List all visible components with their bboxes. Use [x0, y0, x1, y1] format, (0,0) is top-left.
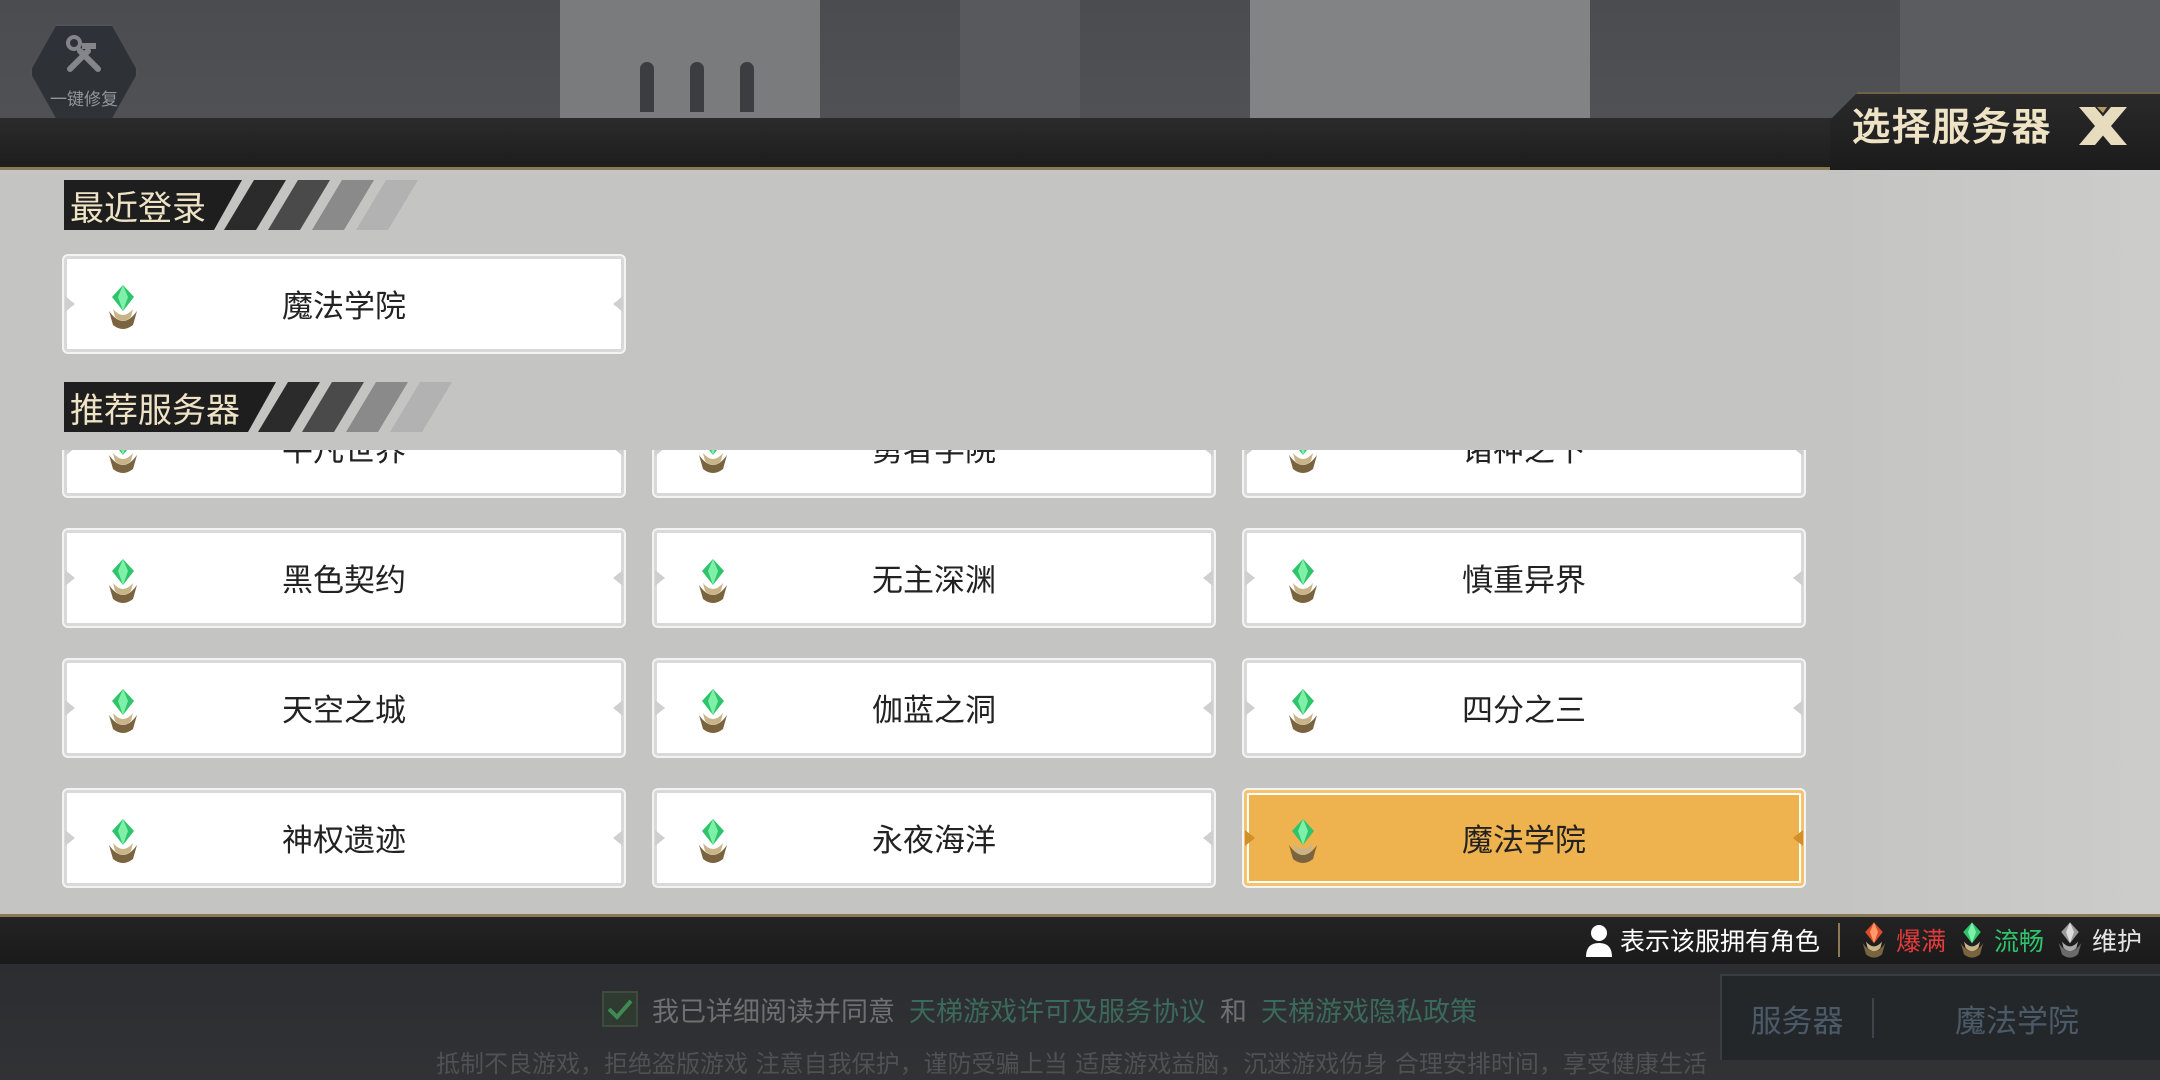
- server-switch-label: 服务器: [1750, 1003, 1844, 1040]
- license-link[interactable]: 天梯游戏许可及服务协议: [909, 990, 1206, 1029]
- background-building: [960, 0, 1080, 120]
- background-building: [1250, 0, 1590, 120]
- server-card[interactable]: 慎重异界: [1244, 530, 1804, 626]
- agreement-checkbox[interactable]: [602, 991, 638, 1027]
- repair-label: 一键修复: [50, 89, 118, 110]
- legend-smooth-label: 流畅: [1993, 927, 2044, 956]
- server-name: 永夜海洋: [872, 823, 996, 859]
- server-name: 诸神之下: [1462, 450, 1586, 469]
- smooth-status-icon: [1956, 919, 1988, 961]
- close-x-icon: [2075, 103, 2131, 153]
- maintenance-status-icon: [2054, 919, 2086, 961]
- current-server[interactable]: 魔法学院: [1874, 996, 2160, 1041]
- full-status-icon: [1858, 919, 1890, 961]
- status-legend: 表示该服拥有角色 爆满 流畅 维护: [1584, 918, 2142, 962]
- server-card[interactable]: 无主深渊: [654, 530, 1214, 626]
- server-name: 神权遗迹: [282, 823, 406, 859]
- server-name: 伽蓝之洞: [872, 693, 996, 729]
- privacy-link[interactable]: 天梯游戏隐私政策: [1261, 990, 1477, 1029]
- health-notice: 抵制不良游戏，拒绝盗版游戏 注意自我保护，谨防受骗上当 适度游戏益脑，沉迷游戏伤…: [436, 1050, 1707, 1078]
- server-card[interactable]: 黑色契约: [64, 530, 624, 626]
- server-name: 天空之城: [282, 693, 406, 729]
- legend-has-role-label: 表示该服拥有角色: [1619, 927, 1820, 956]
- wrench-hammer-icon: [62, 34, 106, 81]
- recent-server-card[interactable]: 魔法学院: [64, 256, 624, 352]
- background-window: [690, 62, 704, 112]
- server-name: 无主深渊: [872, 563, 996, 599]
- legend-maintenance: 维护: [2054, 919, 2142, 961]
- server-list[interactable]: 平凡世界 勇者学院 诸神之下 黑色契约 无主深渊 慎重异界 天空之城 伽蓝之洞 …: [0, 450, 2160, 914]
- server-name: 平凡世界: [282, 450, 406, 469]
- legend-smooth: 流畅: [1956, 919, 2044, 961]
- legend-full-label: 爆满: [1895, 927, 1946, 956]
- server-name: 慎重异界: [1462, 563, 1586, 599]
- server-name: 黑色契约: [282, 563, 406, 599]
- server-card[interactable]: 四分之三: [1244, 660, 1804, 756]
- person-icon: [1584, 923, 1614, 957]
- legend-maintenance-label: 维护: [2091, 927, 2142, 956]
- server-name: 魔法学院: [282, 289, 406, 325]
- server-switch[interactable]: 服务器 魔法学院: [1720, 974, 2160, 1060]
- legend-divider: [1837, 923, 1840, 957]
- agreement-prefix: 我已详细阅读并同意: [652, 996, 895, 1028]
- background-window: [740, 62, 754, 112]
- page-title: 选择服务器: [1851, 105, 2052, 149]
- server-card[interactable]: 神权遗迹: [64, 790, 624, 886]
- agreement-and: 和: [1220, 996, 1247, 1028]
- server-name: 魔法学院: [1462, 823, 1586, 859]
- agreement-row: 我已详细阅读并同意 天梯游戏许可及服务协议 和 天梯游戏隐私政策: [602, 986, 1477, 1032]
- recommended-section-header: 推荐服务器: [64, 382, 452, 432]
- legend-has-role: 表示该服拥有角色: [1584, 922, 1820, 958]
- recent-section-label: 最近登录: [64, 180, 242, 230]
- server-name: 四分之三: [1462, 693, 1586, 729]
- recommended-section-label: 推荐服务器: [64, 382, 276, 432]
- server-name: 勇者学院: [872, 450, 996, 469]
- server-card[interactable]: 天空之城: [64, 660, 624, 756]
- close-button[interactable]: [2068, 100, 2138, 156]
- recent-section-header: 最近登录: [64, 180, 418, 230]
- legend-full: 爆满: [1858, 919, 1946, 961]
- background-window: [640, 62, 654, 112]
- checkmark-icon: [607, 999, 633, 1020]
- server-card-selected[interactable]: 魔法学院: [1244, 790, 1804, 886]
- server-card[interactable]: 勇者学院: [654, 450, 1214, 496]
- server-card[interactable]: 伽蓝之洞: [654, 660, 1214, 756]
- server-card[interactable]: 永夜海洋: [654, 790, 1214, 886]
- server-card[interactable]: 诸神之下: [1244, 450, 1804, 496]
- server-card[interactable]: 平凡世界: [64, 450, 624, 496]
